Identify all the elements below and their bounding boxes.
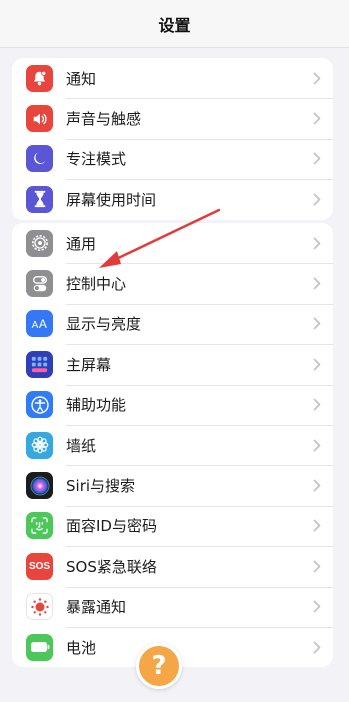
chevron-right-icon [313,193,321,206]
row-label: 声音与触感 [66,110,142,129]
chevron-right-icon [313,358,321,371]
sos-icon: SOS [26,552,53,580]
row-siri-search[interactable]: Siri与搜索 [12,465,333,505]
chevron-right-icon [313,398,321,411]
row-display-brightness[interactable]: AA 显示与亮度 [12,303,333,344]
chevron-right-icon [313,318,321,330]
chevron-right-icon [313,520,321,532]
row-wallpaper[interactable]: 墙纸 [12,424,333,465]
chevron-right-icon [313,237,321,250]
sos-icon-text: SOS [28,560,51,572]
row-face-id-passcode[interactable]: 面容ID与密码 [12,505,333,546]
siri-icon [26,472,53,500]
text-size-icon: AA [26,310,53,338]
row-label: 主屏幕 [66,355,112,374]
battery-icon [26,633,53,661]
page-title: 设置 [158,15,191,35]
row-label: 通用 [66,234,97,253]
settings-group-2: 通用 控制中心 AA 显示与亮度 主屏幕 辅助功能 墙纸 Siri与搜索 面容I… [12,223,333,668]
row-label: 暴露通知 [66,598,127,617]
chevron-right-icon [313,600,321,613]
row-emergency-sos[interactable]: SOS SOS紧急联络 [12,546,333,586]
chevron-right-icon [313,72,321,85]
row-home-screen[interactable]: 主屏幕 [12,344,333,384]
chevron-right-icon [313,153,321,165]
face-id-icon [26,512,53,540]
row-screen-time[interactable]: 屏幕使用时间 [12,179,333,219]
row-label: 屏幕使用时间 [66,190,157,209]
gear-icon [26,229,53,257]
row-label: SOS紧急联络 [66,557,157,576]
help-icon: ? [151,651,167,681]
row-accessibility[interactable]: 辅助功能 [12,384,333,425]
exposure-icon [26,593,53,621]
moon-icon [26,145,53,173]
row-sounds-haptics[interactable]: 声音与触感 [12,98,333,138]
toggles-icon [26,270,53,298]
row-notifications[interactable]: 通知 [12,58,333,98]
row-label: 控制中心 [66,275,127,294]
row-label: 墙纸 [66,436,97,455]
help-button[interactable]: ? [136,643,182,689]
nav-bar: 设置 [0,0,349,48]
chevron-right-icon [313,479,321,492]
flower-icon [26,431,53,459]
row-control-center[interactable]: 控制中心 [12,263,333,303]
settings-group-1: 通知 声音与触感 专注模式 屏幕使用时间 [12,58,333,220]
chevron-right-icon [313,112,321,125]
row-label: 专注模式 [66,150,127,169]
row-label: Siri与搜索 [66,477,136,496]
chevron-right-icon [313,277,321,290]
accessibility-icon [26,391,53,419]
home-grid-icon [26,350,53,378]
row-general[interactable]: 通用 [12,223,333,263]
chevron-right-icon [313,560,321,573]
row-label: 电池 [66,638,97,657]
row-label: 辅助功能 [66,396,127,415]
row-label: 显示与亮度 [66,315,142,334]
bell-icon [26,64,53,92]
chevron-right-icon [313,641,321,653]
speaker-icon [26,105,53,133]
hourglass-icon [26,185,53,213]
row-label: 通知 [66,69,97,88]
chevron-right-icon [313,439,321,452]
row-label: 面容ID与密码 [66,517,157,536]
row-focus[interactable]: 专注模式 [12,138,333,179]
row-exposure-notifications[interactable]: 暴露通知 [12,586,333,627]
